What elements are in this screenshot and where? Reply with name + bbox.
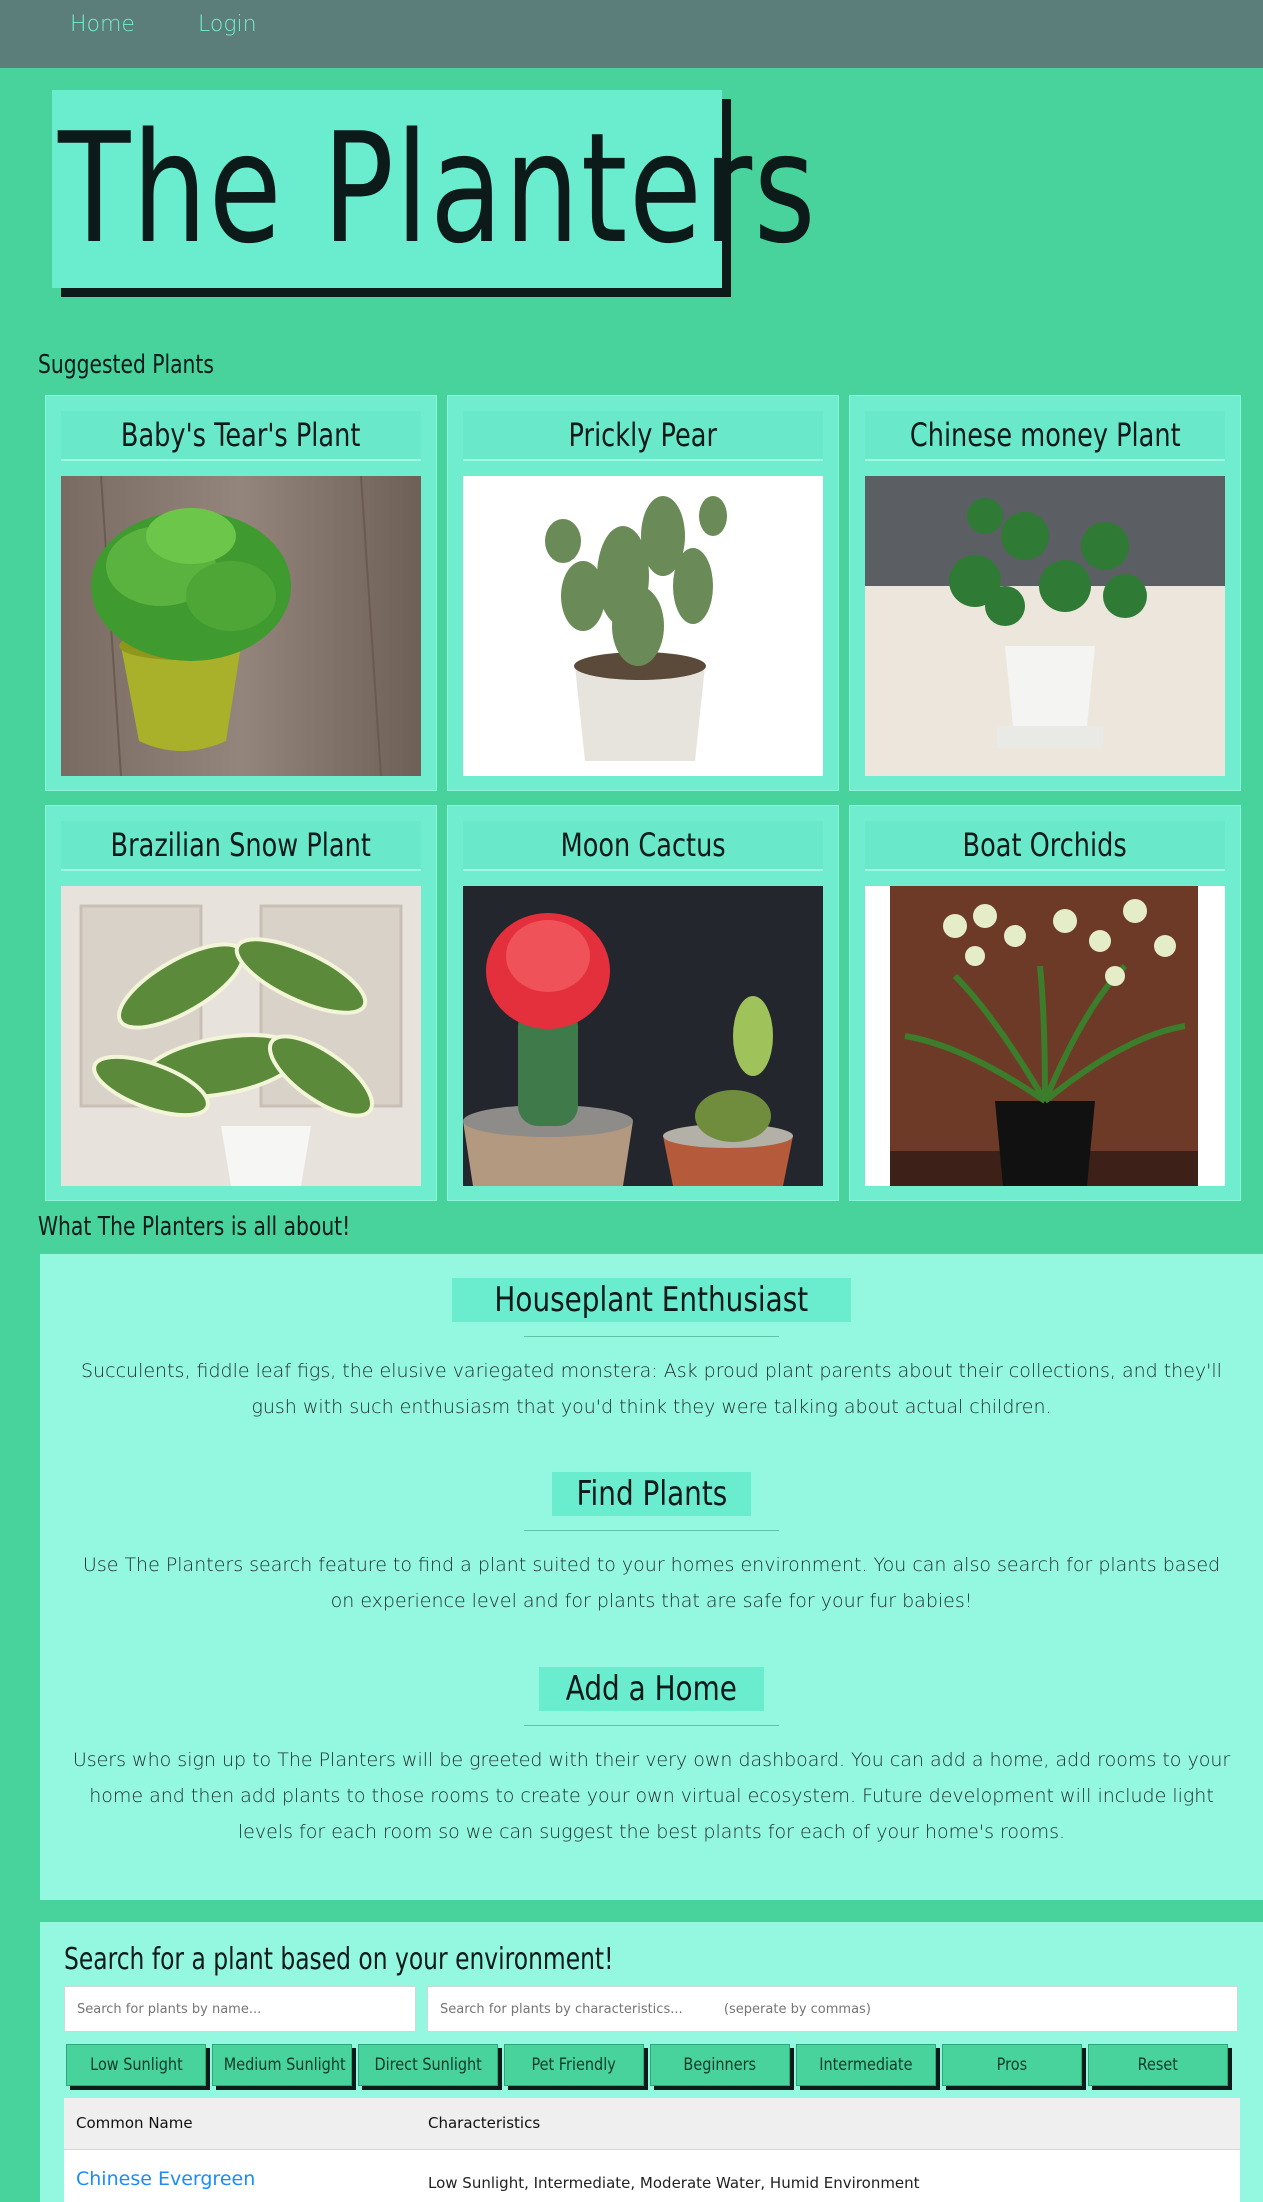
about-section-text: Succulents, fiddle leaf figs, the elusiv… bbox=[81, 1360, 1222, 1418]
divider bbox=[524, 1725, 779, 1726]
plant-card[interactable]: Boat Orchids bbox=[849, 805, 1241, 1201]
page-title: The Planters bbox=[58, 100, 818, 277]
search-by-characteristics-input[interactable] bbox=[427, 1986, 1238, 2032]
plant-image-moon-cactus[interactable] bbox=[463, 886, 823, 1186]
about-heading: What The Planters is all about! bbox=[38, 1212, 351, 1242]
plant-card-name: Brazilian Snow Plant bbox=[110, 826, 372, 864]
search-title: Search for a plant based on your environ… bbox=[64, 1942, 614, 1977]
suggested-plants-heading: Suggested Plants bbox=[38, 350, 214, 380]
plant-image-babys-tears[interactable] bbox=[61, 476, 421, 776]
column-header-characteristics[interactable]: Characteristics bbox=[428, 2114, 540, 2132]
plant-card-name: Boat Orchids bbox=[962, 826, 1128, 864]
nav-home-link[interactable]: Home bbox=[70, 12, 135, 37]
plant-card[interactable]: Chinese money Plant bbox=[849, 395, 1241, 791]
filter-intermediate-button[interactable]: Intermediate bbox=[796, 2044, 936, 2086]
results-table: Common Name Characteristics Chinese Ever… bbox=[64, 2098, 1240, 2202]
plant-characteristics: Low Sunlight, Intermediate, Moderate Wat… bbox=[428, 2174, 920, 2192]
plant-card[interactable]: Prickly Pear bbox=[447, 395, 839, 791]
about-section-find-plants: Find Plants Use The Planters search feat… bbox=[40, 1472, 1263, 1619]
plant-card-title: Brazilian Snow Plant bbox=[61, 821, 421, 871]
table-header: Common Name Characteristics bbox=[64, 2098, 1240, 2150]
filter-beginners-button[interactable]: Beginners bbox=[650, 2044, 790, 2086]
plant-card[interactable]: Moon Cactus bbox=[447, 805, 839, 1201]
plant-card-title: Boat Orchids bbox=[865, 821, 1225, 871]
about-section-title: Find Plants bbox=[551, 1472, 752, 1516]
plant-card-title: Baby's Tear's Plant bbox=[61, 411, 421, 461]
about-section-add-home: Add a Home Users who sign up to The Plan… bbox=[40, 1667, 1263, 1850]
plant-card-name: Chinese money Plant bbox=[909, 416, 1181, 454]
filter-pros-button[interactable]: Pros bbox=[942, 2044, 1082, 2086]
plant-card[interactable]: Baby's Tear's Plant bbox=[45, 395, 437, 791]
about-section-text: Use The Planters search feature to find … bbox=[82, 1554, 1221, 1612]
about-section-text: Users who sign up to The Planters will b… bbox=[72, 1749, 1231, 1843]
divider bbox=[524, 1530, 779, 1531]
plant-image-chinese-money[interactable] bbox=[865, 476, 1225, 776]
plant-image-prickly-pear[interactable] bbox=[463, 476, 823, 776]
about-section-title: Houseplant Enthusiast bbox=[452, 1278, 851, 1322]
search-by-name-input[interactable] bbox=[64, 1986, 416, 2032]
plant-card-title: Moon Cactus bbox=[463, 821, 823, 871]
plant-card-name: Baby's Tear's Plant bbox=[121, 416, 361, 454]
plant-name-link[interactable]: Chinese Evergreen bbox=[76, 2168, 255, 2190]
plant-image-boat-orchids[interactable] bbox=[865, 886, 1225, 1186]
about-section-title: Add a Home bbox=[539, 1667, 764, 1711]
hero-banner: The Planters bbox=[52, 90, 816, 288]
plant-card-name: Prickly Pear bbox=[568, 416, 718, 454]
about-panel: Houseplant Enthusiast Succulents, fiddle… bbox=[40, 1254, 1263, 1900]
column-header-common-name[interactable]: Common Name bbox=[76, 2114, 193, 2132]
divider bbox=[524, 1336, 779, 1337]
plant-card-title: Chinese money Plant bbox=[865, 411, 1225, 461]
filter-direct-sunlight-button[interactable]: Direct Sunlight bbox=[358, 2044, 498, 2086]
plant-card-name: Moon Cactus bbox=[560, 826, 726, 864]
about-section-enthusiast: Houseplant Enthusiast Succulents, fiddle… bbox=[40, 1278, 1263, 1425]
filter-pet-friendly-button[interactable]: Pet Friendly bbox=[504, 2044, 644, 2086]
plant-image-brazilian-snow[interactable] bbox=[61, 886, 421, 1186]
filter-medium-sunlight-button[interactable]: Medium Sunlight bbox=[212, 2044, 352, 2086]
nav-login-link[interactable]: Login bbox=[198, 12, 257, 37]
search-panel: Search for a plant based on your environ… bbox=[40, 1922, 1263, 2202]
filter-low-sunlight-button[interactable]: Low Sunlight bbox=[66, 2044, 206, 2086]
plant-card-title: Prickly Pear bbox=[463, 411, 823, 461]
reset-button[interactable]: Reset bbox=[1088, 2044, 1228, 2086]
plant-card[interactable]: Brazilian Snow Plant bbox=[45, 805, 437, 1201]
navbar: Home Login bbox=[0, 0, 1263, 68]
